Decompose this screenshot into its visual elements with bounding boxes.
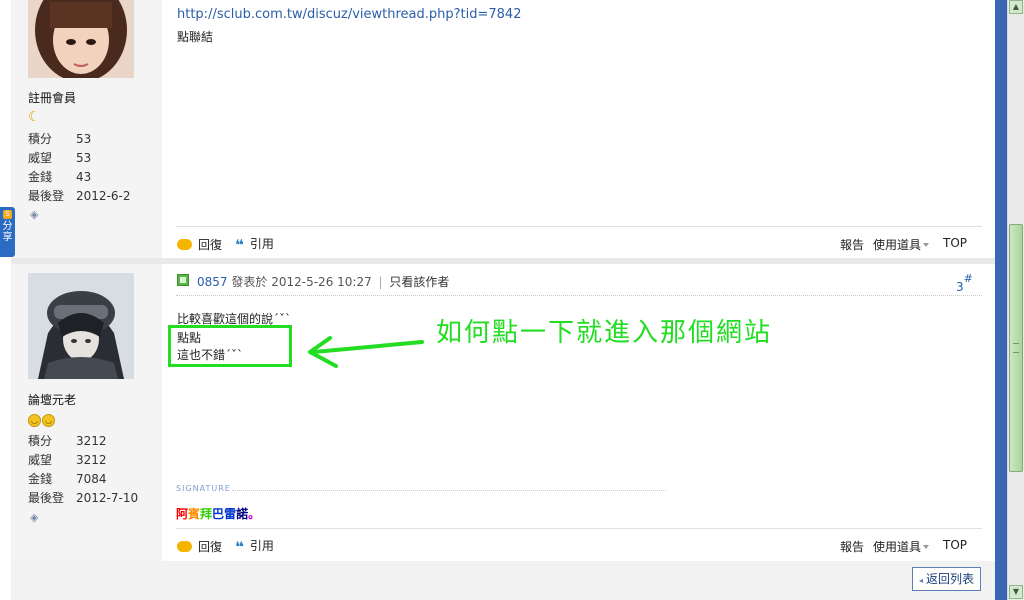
tools-menu-post2[interactable]: 使用道具 bbox=[873, 538, 930, 555]
stat-credits-post2: 積分 3212 bbox=[28, 434, 107, 448]
tools-menu-post1[interactable]: 使用道具 bbox=[873, 236, 930, 253]
smiley-icon: ◡ bbox=[28, 414, 41, 427]
scroll-up-icon[interactable]: ▲ bbox=[1009, 0, 1023, 14]
profile-icon-post1[interactable]: ◈ bbox=[30, 208, 38, 221]
avatar-post1[interactable] bbox=[28, 0, 134, 78]
stat-money-post2: 金錢 7084 bbox=[28, 472, 107, 486]
stat-prestige-post1: 威望 53 bbox=[28, 151, 92, 165]
quote-button-post2[interactable]: ❝ 引用 bbox=[235, 537, 274, 556]
stat-lastlogin-post2: 最後登 2012-7-10 bbox=[28, 491, 139, 505]
annotation-arrow-icon bbox=[308, 336, 424, 368]
quote-button-post1[interactable]: ❝ 引用 bbox=[235, 235, 274, 254]
user-rank-post1: 註冊會員 bbox=[28, 91, 77, 105]
share-tab[interactable]: S 分享 bbox=[0, 207, 15, 257]
footer-bar bbox=[11, 561, 995, 600]
signature-label: SIGNATURE bbox=[176, 484, 231, 493]
stat-credits-post1: 積分 53 bbox=[28, 132, 92, 146]
online-status-icon bbox=[177, 274, 189, 286]
chevron-down-icon bbox=[923, 243, 930, 247]
scroll-thumb[interactable] bbox=[1009, 224, 1023, 472]
left-frame bbox=[0, 0, 11, 600]
share-icon: S bbox=[3, 210, 12, 219]
quote-icon: ❝ bbox=[235, 538, 244, 556]
annotation-text: 如何點一下就進入那個網站 bbox=[436, 318, 773, 348]
signature-divider bbox=[232, 490, 666, 491]
author-link[interactable]: 0857 bbox=[197, 275, 228, 289]
stat-lastlogin-post1: 最後登 2012-6-2 bbox=[28, 189, 131, 203]
only-author-link[interactable]: 只看該作者 bbox=[389, 275, 449, 289]
vertical-scrollbar[interactable]: ▲ ▼ bbox=[1007, 0, 1024, 600]
divider bbox=[176, 528, 982, 529]
username-post2[interactable]: 論壇元老 bbox=[28, 391, 76, 408]
right-frame bbox=[995, 0, 1007, 600]
reply-icon bbox=[177, 239, 192, 250]
rank-icons-post2: ◡ ◡ bbox=[28, 412, 56, 427]
top-button-post1[interactable]: TOP bbox=[943, 236, 967, 250]
moon-icon: ☾ bbox=[28, 109, 41, 125]
back-to-list-button[interactable]: ◂ 返回列表 bbox=[912, 567, 981, 591]
stat-prestige-post2: 威望 3212 bbox=[28, 453, 107, 467]
floor-number[interactable]: 3# bbox=[956, 272, 973, 294]
report-button-post1[interactable]: 報告 bbox=[840, 236, 864, 253]
signature: 阿賓拜巴雷諾。 bbox=[176, 507, 261, 521]
chevron-left-icon: ◂ bbox=[918, 576, 923, 585]
divider bbox=[176, 226, 982, 227]
reply-icon bbox=[177, 541, 192, 552]
profile-icon-post2[interactable]: ◈ bbox=[30, 511, 38, 524]
report-button-post2[interactable]: 報告 bbox=[840, 538, 864, 555]
link-caption: 點聯結 bbox=[177, 30, 214, 44]
post-header: 0857 發表於 2012-5-26 10:27 | 只看該作者 bbox=[197, 275, 450, 289]
header-divider bbox=[176, 295, 982, 296]
thread-link[interactable]: http://sclub.com.tw/discuz/viewthread.ph… bbox=[177, 7, 521, 22]
reply-button-post2[interactable]: 回復 bbox=[177, 538, 222, 555]
stat-money-post1: 金錢 43 bbox=[28, 170, 92, 184]
top-button-post2[interactable]: TOP bbox=[943, 538, 967, 552]
chevron-down-icon bbox=[923, 545, 930, 549]
post-separator-band bbox=[11, 258, 995, 264]
annotation-highlight-box bbox=[168, 325, 292, 367]
reply-button-post1[interactable]: 回復 bbox=[177, 236, 222, 253]
scroll-down-icon[interactable]: ▼ bbox=[1009, 585, 1023, 599]
post-content-column bbox=[162, 0, 995, 600]
quote-icon: ❝ bbox=[235, 236, 244, 254]
smiley-icon: ◡ bbox=[42, 414, 55, 427]
avatar-post2[interactable] bbox=[28, 273, 134, 379]
